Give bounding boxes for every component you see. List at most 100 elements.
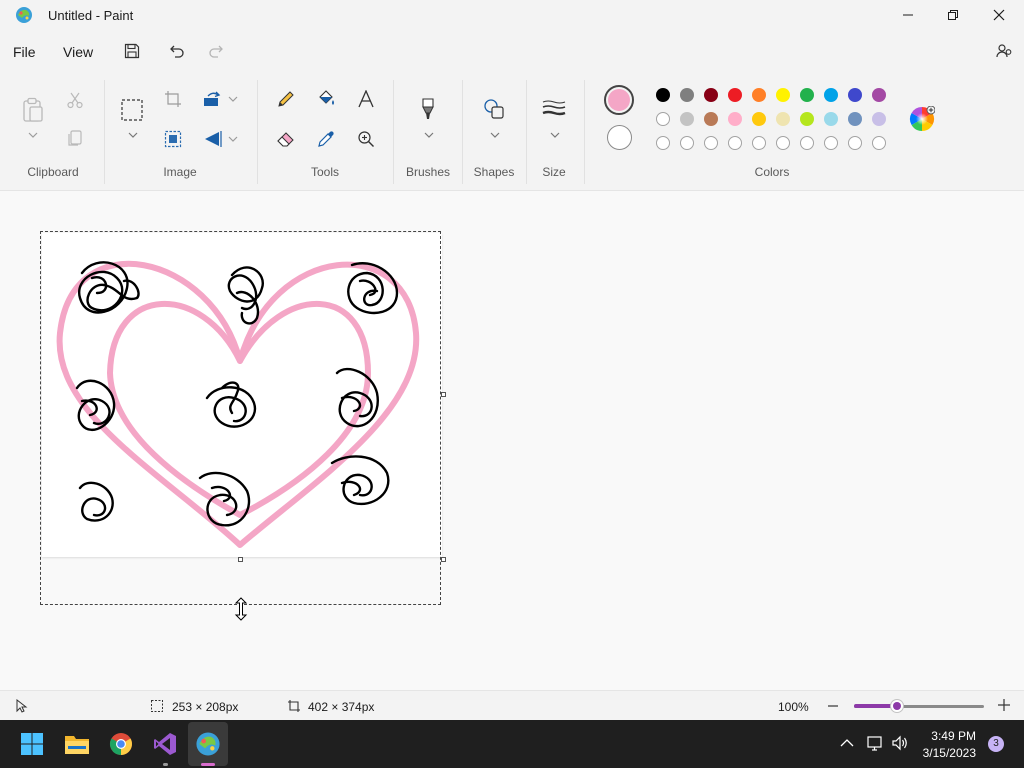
show-hidden-icons-chevron-up-icon[interactable] bbox=[840, 738, 854, 748]
palette-color-swatch[interactable] bbox=[824, 88, 838, 102]
palette-color-swatch[interactable] bbox=[872, 88, 886, 102]
zoom-out-button[interactable] bbox=[827, 699, 839, 713]
custom-color-slot[interactable] bbox=[752, 136, 766, 150]
custom-color-slot[interactable] bbox=[776, 136, 790, 150]
zoom-slider-thumb[interactable] bbox=[890, 700, 903, 712]
flip-dropdown-chevron-icon[interactable] bbox=[228, 136, 238, 142]
custom-color-slot[interactable] bbox=[800, 136, 814, 150]
primary-color-swatch bbox=[608, 89, 630, 111]
zoom-in-button[interactable] bbox=[997, 698, 1011, 712]
resize-button[interactable] bbox=[161, 127, 185, 151]
magnifier-tool-button[interactable] bbox=[354, 127, 378, 151]
text-icon bbox=[358, 90, 374, 108]
eraser-tool-button[interactable] bbox=[274, 127, 298, 151]
visual-studio-taskbar-button[interactable] bbox=[151, 730, 179, 758]
palette-color-swatch[interactable] bbox=[872, 112, 886, 126]
rotate-button[interactable] bbox=[201, 87, 225, 111]
size-button[interactable] bbox=[542, 97, 566, 121]
ribbon-divider bbox=[462, 80, 463, 184]
zoom-slider-thumb-center bbox=[892, 702, 901, 710]
palette-color-swatch[interactable] bbox=[656, 88, 670, 102]
custom-color-slot[interactable] bbox=[872, 136, 886, 150]
custom-color-slot[interactable] bbox=[728, 136, 742, 150]
custom-color-slot[interactable] bbox=[680, 136, 694, 150]
menu-file[interactable]: File bbox=[13, 44, 36, 60]
palette-color-swatch[interactable] bbox=[728, 112, 742, 126]
secondary-color-button[interactable] bbox=[607, 125, 632, 150]
cut-button[interactable] bbox=[63, 88, 87, 112]
palette-color-swatch[interactable] bbox=[728, 88, 742, 102]
palette-color-swatch[interactable] bbox=[680, 88, 694, 102]
title-bar: Untitled - Paint bbox=[0, 0, 1024, 32]
close-button[interactable] bbox=[976, 0, 1022, 30]
palette-color-swatch[interactable] bbox=[704, 112, 718, 126]
palette-color-swatch[interactable] bbox=[800, 88, 814, 102]
windows-logo-icon bbox=[21, 733, 43, 755]
undo-button[interactable] bbox=[166, 40, 188, 62]
selection-size-text: 253 × 208px bbox=[172, 700, 239, 714]
clock-date[interactable]: 3/15/2023 bbox=[918, 746, 976, 760]
palette-color-swatch[interactable] bbox=[776, 88, 790, 102]
palette-color-swatch[interactable] bbox=[680, 112, 694, 126]
color-wheel-icon bbox=[909, 105, 936, 131]
palette-color-swatch[interactable] bbox=[848, 112, 862, 126]
folder-icon bbox=[65, 736, 89, 754]
select-button[interactable] bbox=[120, 98, 144, 122]
status-bar: 253 × 208px 402 × 374px 100% bbox=[0, 690, 1024, 721]
edit-colors-button[interactable] bbox=[909, 105, 936, 132]
paste-button[interactable] bbox=[20, 96, 46, 124]
shapes-button[interactable] bbox=[482, 97, 506, 121]
brushes-dropdown-chevron-icon[interactable] bbox=[424, 132, 434, 138]
palette-color-swatch[interactable] bbox=[752, 112, 766, 126]
minimize-button[interactable] bbox=[885, 0, 931, 30]
palette-color-swatch[interactable] bbox=[704, 88, 718, 102]
volume-icon[interactable] bbox=[891, 734, 909, 752]
notification-badge[interactable]: 3 bbox=[988, 736, 1004, 752]
primary-color-button[interactable] bbox=[604, 85, 634, 115]
palette-color-swatch[interactable] bbox=[824, 112, 838, 126]
canvas-resize-outline bbox=[40, 231, 441, 605]
brushes-button[interactable] bbox=[416, 97, 440, 121]
canvas-resize-handle-corner[interactable] bbox=[441, 557, 446, 562]
copy-button[interactable] bbox=[63, 126, 87, 150]
canvas-size-text: 402 × 374px bbox=[308, 700, 375, 714]
palette-color-swatch[interactable] bbox=[776, 112, 790, 126]
chrome-icon bbox=[110, 733, 132, 755]
clock-time[interactable]: 3:49 PM bbox=[918, 729, 976, 743]
crop-button[interactable] bbox=[161, 87, 185, 111]
flip-button[interactable] bbox=[201, 127, 225, 151]
paste-dropdown-chevron-icon[interactable] bbox=[28, 132, 38, 138]
text-tool-button[interactable] bbox=[354, 87, 378, 111]
file-explorer-taskbar-button[interactable] bbox=[63, 730, 91, 758]
copy-icon bbox=[68, 130, 82, 146]
custom-color-slot[interactable] bbox=[704, 136, 718, 150]
rotate-dropdown-chevron-icon[interactable] bbox=[228, 96, 238, 102]
redo-button[interactable] bbox=[205, 40, 227, 62]
start-button[interactable] bbox=[18, 730, 46, 758]
palette-color-swatch[interactable] bbox=[752, 88, 766, 102]
custom-color-slot[interactable] bbox=[656, 136, 670, 150]
scissors-icon bbox=[67, 92, 83, 109]
select-dropdown-chevron-icon[interactable] bbox=[128, 132, 138, 138]
shapes-dropdown-chevron-icon[interactable] bbox=[490, 132, 500, 138]
save-button[interactable] bbox=[121, 40, 143, 62]
network-icon[interactable] bbox=[866, 734, 884, 752]
fill-tool-button[interactable] bbox=[314, 87, 338, 111]
paint-app-icon bbox=[16, 7, 32, 23]
palette-color-swatch[interactable] bbox=[800, 112, 814, 126]
custom-color-slot[interactable] bbox=[848, 136, 862, 150]
paint-taskbar-button[interactable] bbox=[194, 730, 222, 758]
size-dropdown-chevron-icon[interactable] bbox=[550, 132, 560, 138]
chrome-taskbar-button[interactable] bbox=[107, 730, 135, 758]
vertical-resize-cursor-icon bbox=[234, 597, 248, 621]
menu-view[interactable]: View bbox=[63, 44, 93, 60]
account-button[interactable] bbox=[993, 40, 1015, 62]
canvas-resize-handle-right[interactable] bbox=[441, 392, 446, 397]
maximize-button[interactable] bbox=[930, 0, 976, 30]
palette-color-swatch[interactable] bbox=[656, 112, 670, 126]
custom-color-slot[interactable] bbox=[824, 136, 838, 150]
palette-color-swatch[interactable] bbox=[848, 88, 862, 102]
pencil-tool-button[interactable] bbox=[274, 87, 298, 111]
color-picker-tool-button[interactable] bbox=[314, 127, 338, 151]
canvas-resize-handle-bottom[interactable] bbox=[238, 557, 243, 562]
